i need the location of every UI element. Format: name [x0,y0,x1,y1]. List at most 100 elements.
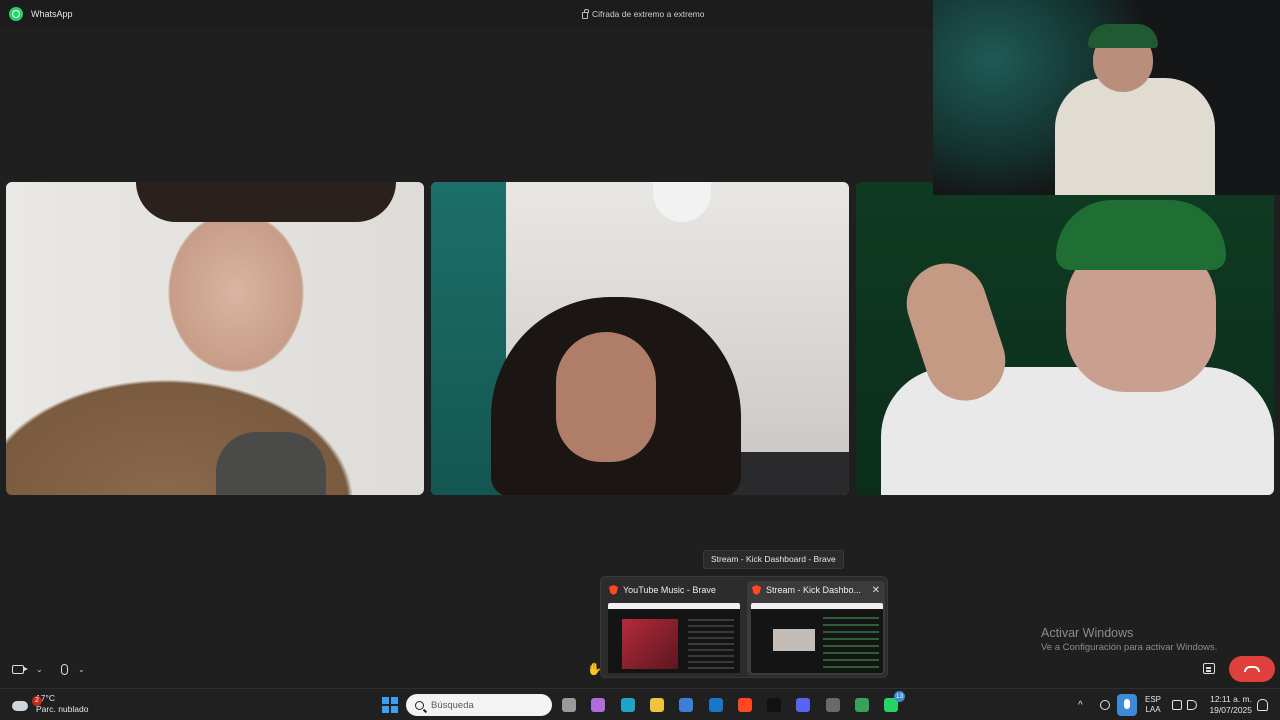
search-icon [415,700,424,710]
thumbnail-detail [773,629,815,651]
raise-hand-icon[interactable]: ✋ [587,662,602,676]
outlook-icon [709,698,723,712]
activation-title: Activar Windows [1041,626,1134,640]
thumbnail-detail [622,619,678,669]
thumbnail-detail [608,603,740,609]
phone-hangup-icon [1244,666,1260,672]
taskbar-search[interactable]: Búsqueda [406,694,552,716]
windows-activation-watermark: Activar Windows Ve a Configuración para … [1041,626,1217,653]
clock-time: 12:11 a. m. [1210,694,1252,704]
taskbar-clock[interactable]: 12:11 a. m. 19/07/2025 [1206,694,1252,716]
windows-logo-icon [390,697,398,705]
encryption-notice: Cifrada de extremo a extremo [582,8,705,19]
copilot-icon [591,698,605,712]
windows-logo-icon [390,705,398,713]
camera-control[interactable]: ⌄ [12,658,43,680]
taskbar-app-microsoft-store[interactable] [676,695,696,715]
brave-icon [738,698,752,712]
volume-icon[interactable] [1187,689,1197,720]
file-explorer-icon [650,698,664,712]
taskbar-app-whatsapp[interactable]: 13 [881,691,905,715]
video-frame-detail [1088,24,1158,48]
app-title: WhatsApp [9,7,73,21]
brave-icon [609,585,618,595]
chevron-down-icon[interactable]: ⌄ [78,665,85,674]
taskbar-app-copilot[interactable] [588,695,608,715]
taskbar-app-discord[interactable] [793,695,813,715]
video-tile-participant-1[interactable] [6,182,424,495]
preview-title: Stream - Kick Dashbo... [766,585,862,595]
preview-card-youtube-music[interactable]: YouTube Music - Brave [604,581,742,675]
edge-icon [621,698,635,712]
thumbnail-detail [823,617,879,669]
video-frame-detail [1056,200,1226,270]
taskbar-app-brave[interactable] [735,695,755,715]
window-tooltip: Stream - Kick Dashboard - Brave [703,550,844,569]
encryption-text: Cifrada de extremo a extremo [592,9,705,19]
taskbar-app-tiktok[interactable] [764,695,784,715]
thumbnail-detail [751,603,883,609]
start-button[interactable] [382,697,398,713]
video-tile-participant-2[interactable] [431,182,849,495]
taskbar-app-outlook[interactable] [706,695,726,715]
chevron-down-icon[interactable]: ⌄ [36,665,43,674]
windows-logo-icon [382,705,389,713]
taskbar-app-file-explorer[interactable] [647,695,667,715]
task-view-icon [562,698,576,712]
taskbar-window-preview: YouTube Music - Brave Stream - Kick Dash… [600,576,888,678]
weather-temp: 17°C [36,693,55,703]
app-badge: 13 [894,691,905,702]
self-view-video[interactable] [933,0,1280,195]
weather-widget[interactable]: 2 17°C Parc. nublado [12,693,88,715]
taskbar-app-obs[interactable] [823,695,843,715]
microphone-icon[interactable] [61,663,68,675]
participants-icon[interactable] [1203,663,1215,674]
tiktok-icon [767,698,781,712]
preview-title: YouTube Music - Brave [623,585,716,595]
video-camera-icon[interactable] [12,664,28,674]
discord-icon [796,698,810,712]
preview-card-kick-dashboard[interactable]: Stream - Kick Dashbo... ✕ [747,581,885,675]
end-call-button[interactable] [1229,656,1275,682]
preview-thumbnail [751,603,883,673]
microphone-control[interactable]: ⌄ [61,658,85,680]
show-hidden-icons[interactable]: ^ [1078,689,1083,720]
taskbar-app-edge[interactable] [618,695,638,715]
preview-card-header: Stream - Kick Dashbo... [747,581,885,599]
partly-cloudy-icon [12,696,30,712]
video-frame-detail [556,332,656,462]
network-icon[interactable] [1172,689,1182,720]
microphone-tray-icon[interactable] [1117,694,1137,716]
brave-icon [752,585,761,595]
video-frame-detail [653,182,711,222]
weather-condition: Parc. nublado [36,704,89,714]
preview-card-header: YouTube Music - Brave [604,581,742,599]
lang-code: ESP [1145,695,1162,704]
video-frame-detail [136,182,396,222]
taskbar-app-chrome[interactable] [852,695,872,715]
clock-date: 19/07/2025 [1209,705,1252,715]
taskbar-app-task-view[interactable] [559,695,579,715]
microsoft-store-icon [679,698,693,712]
close-icon[interactable]: ✕ [872,585,880,596]
whatsapp-logo-icon [9,7,23,21]
weather-badge: 2 [32,696,42,706]
search-placeholder: Búsqueda [431,699,474,711]
video-frame-detail [216,432,326,495]
obs-icon [826,698,840,712]
weather-text: 17°C Parc. nublado [36,693,88,715]
activation-subtitle: Ve a Configuración para activar Windows. [1041,642,1218,653]
thumbnail-detail [688,619,734,669]
preview-thumbnail [608,603,740,673]
video-tile-participant-3[interactable] [856,182,1274,495]
lock-icon [582,8,589,19]
lang-layout: LAA [1145,705,1161,714]
chrome-icon [855,698,869,712]
language-indicator[interactable]: ESP LAA [1145,695,1161,715]
windows-logo-icon [382,697,389,705]
tray-vpn-icon[interactable] [1100,689,1110,720]
notification-bell-icon[interactable] [1257,699,1268,711]
video-frame-detail [1055,78,1215,195]
windows-taskbar: 2 17°C Parc. nublado Búsqueda 13 ^ ESP L… [0,688,1280,720]
app-name: WhatsApp [31,9,73,19]
